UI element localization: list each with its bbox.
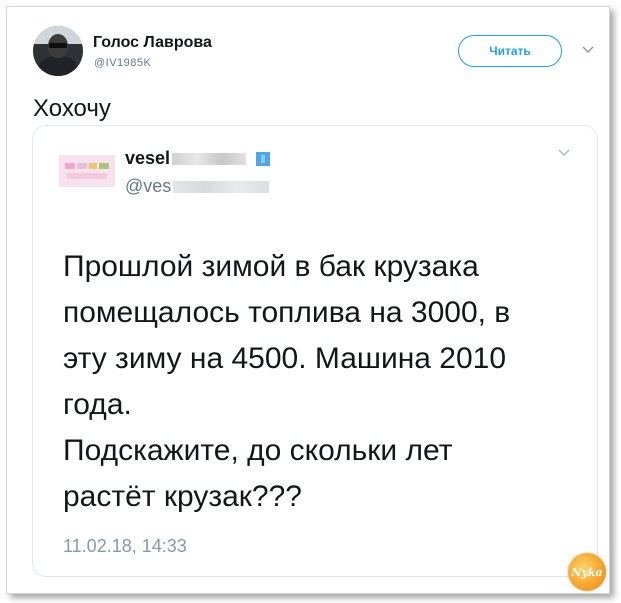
chevron-down-icon[interactable] [581,45,595,55]
quoted-tweet-text: Прошлой зимой в бак крузака помещалось т… [63,250,511,513]
quoted-chevron-down-icon[interactable] [557,148,571,158]
follow-button[interactable]: Читать [458,35,562,67]
tweet-text: Хохочу [33,95,111,122]
verified-icon [256,152,271,167]
quoted-tweet-date[interactable]: 11.02.18, 14:33 [63,536,187,557]
quoted-avatar[interactable] [59,149,115,193]
tweet-card: Голос Лаврова @IV1985K Читать Хохочу ves… [6,6,610,594]
quoted-tweet[interactable]: vesel @ves Прошлой зимой в бак крузака п… [32,125,598,577]
author-name[interactable]: Голос Лаврова [93,34,212,52]
watermark-logo: Nyka [568,553,606,591]
quoted-author-name[interactable]: vesel [125,148,271,169]
quoted-author-handle[interactable]: @ves [125,176,270,197]
author-handle[interactable]: @IV1985K [94,57,151,69]
avatar[interactable] [33,26,83,76]
